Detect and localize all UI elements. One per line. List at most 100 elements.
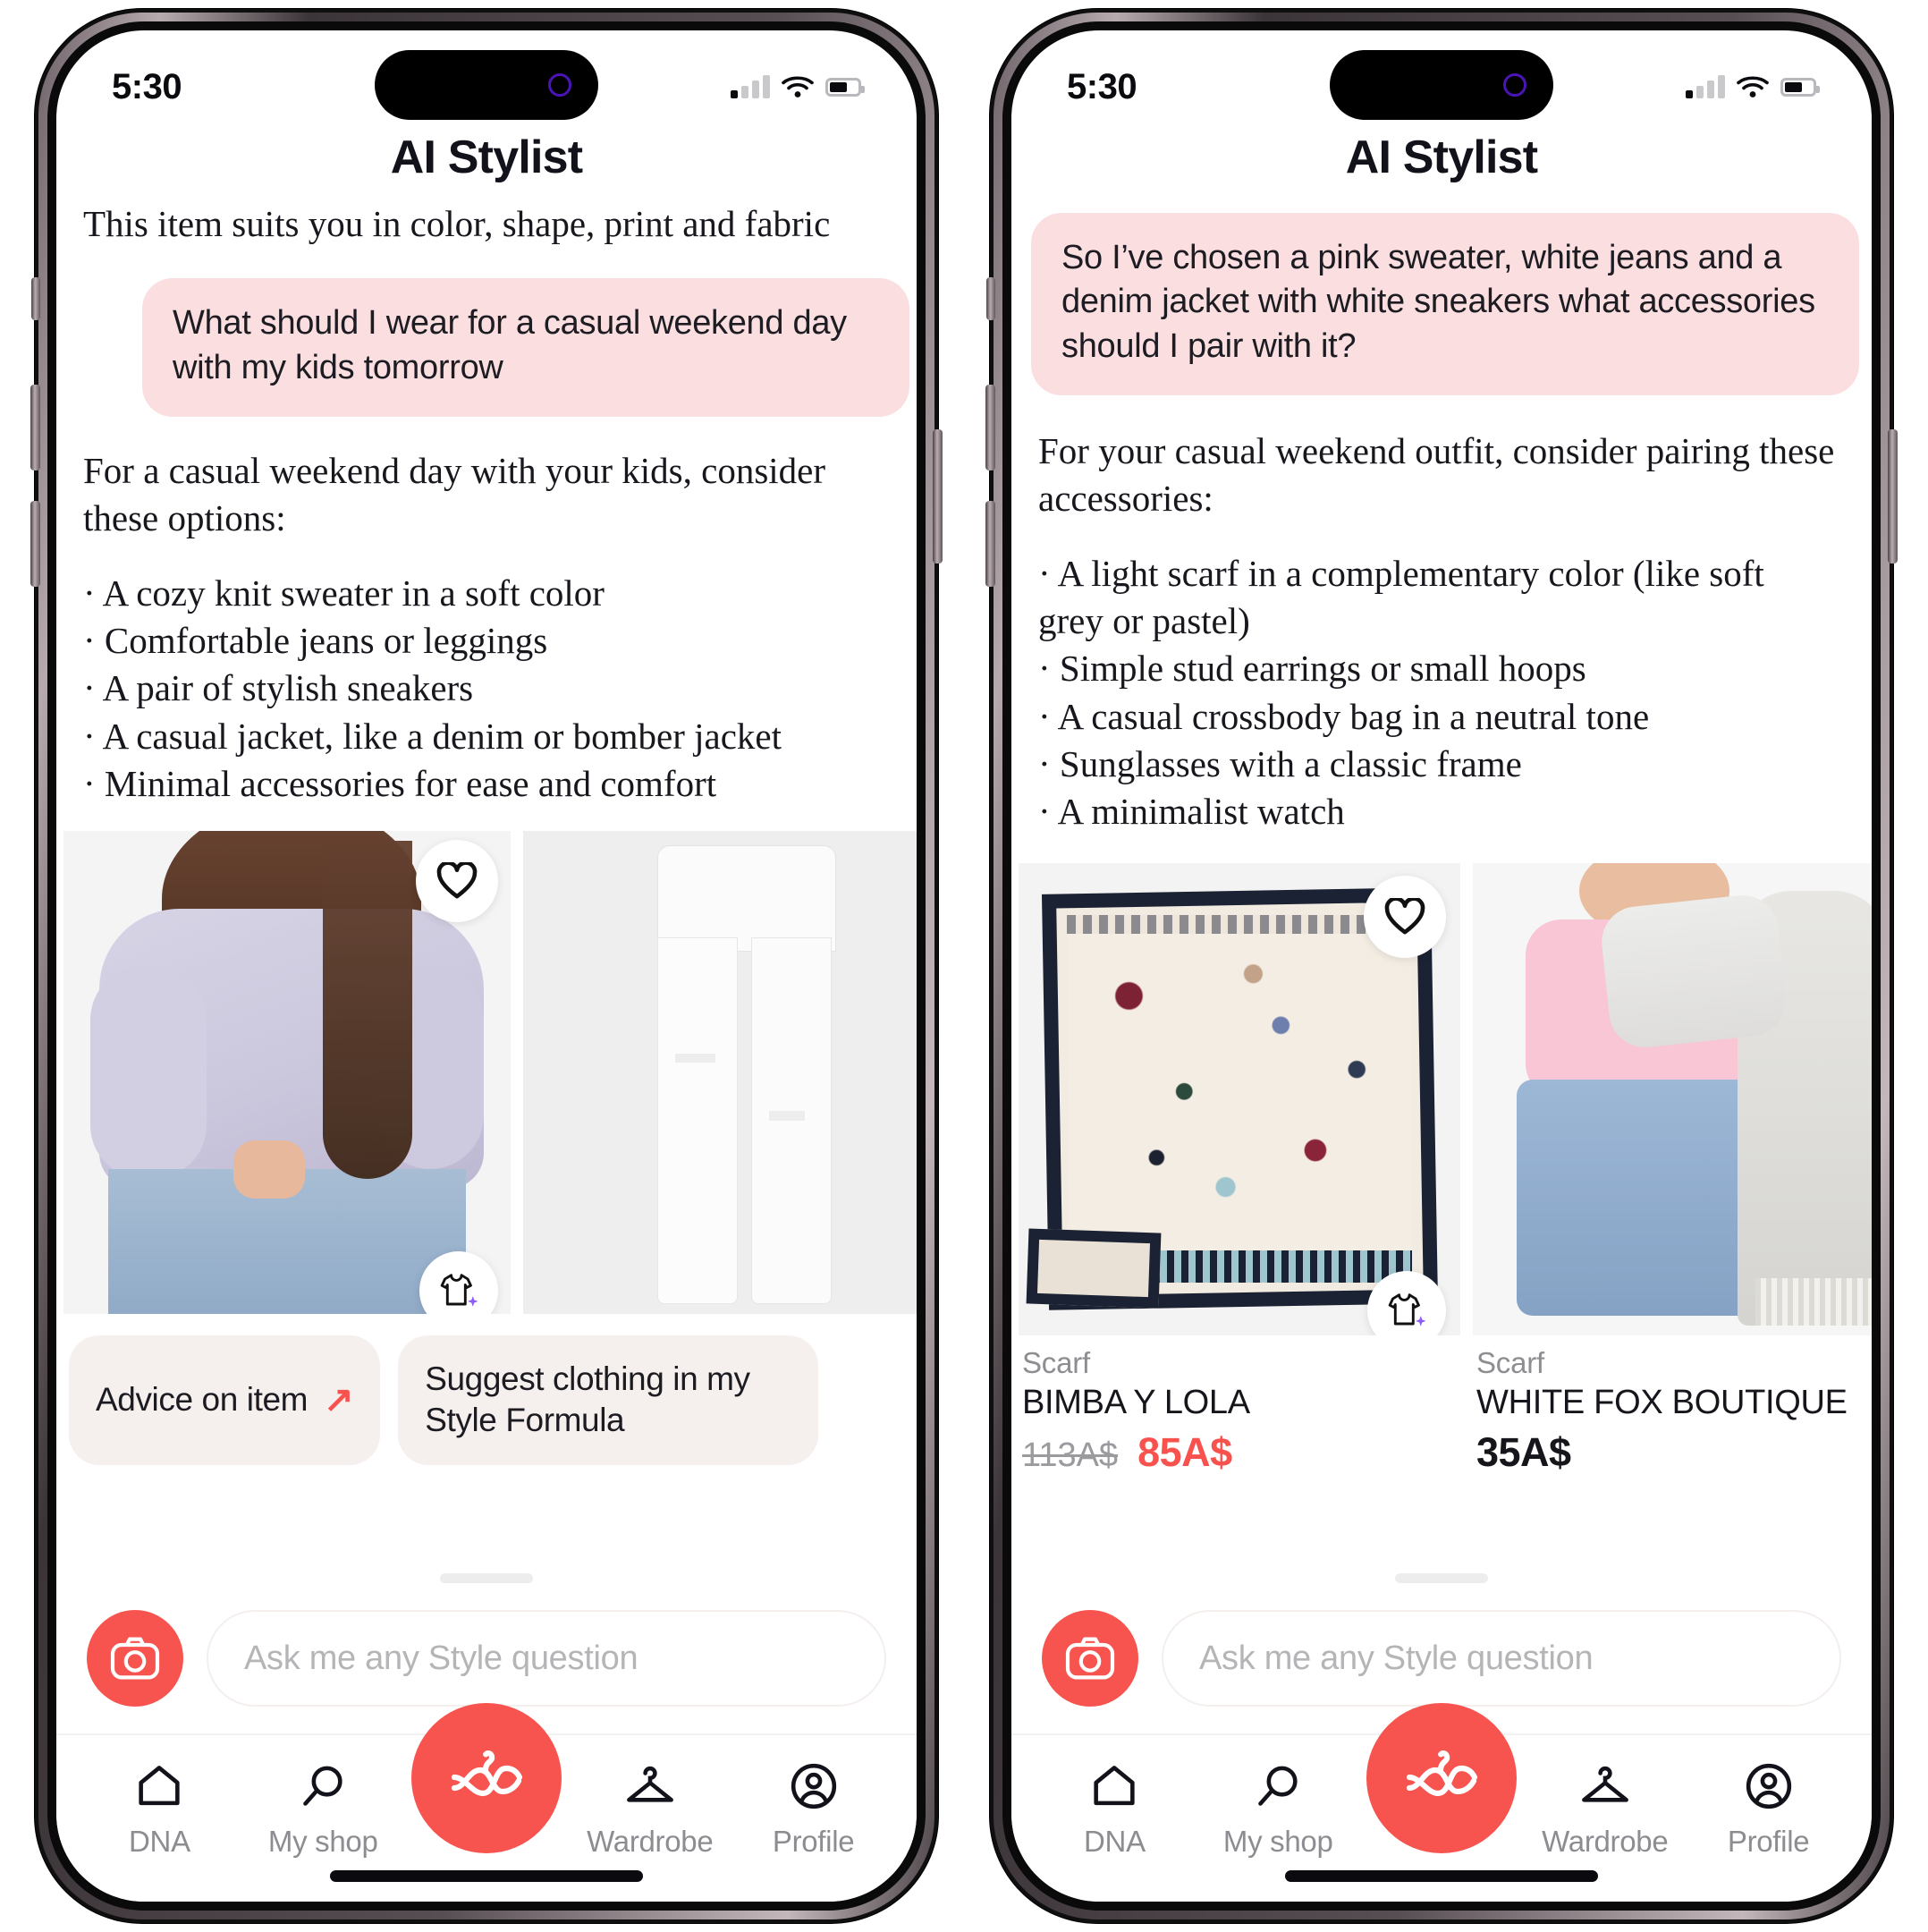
intro-note: This item suits you in color, shape, pri… — [83, 203, 831, 244]
camera-button[interactable] — [1042, 1610, 1138, 1707]
product-image[interactable] — [523, 831, 917, 1315]
product-category: Scarf — [1022, 1345, 1091, 1379]
list-item: · Simple stud earrings or small hoops — [1038, 648, 1586, 690]
tab-label: Wardrobe — [587, 1825, 714, 1858]
ai-intro-text: For a casual weekend day with your kids,… — [83, 450, 826, 539]
ai-bullet-list: · A cozy knit sweater in a soft color · … — [56, 570, 917, 808]
product-card[interactable]: Scarf WHITE FOX BOUTIQUE 35A$ — [1473, 862, 1872, 1476]
product-card[interactable] — [523, 831, 917, 1315]
product-image[interactable] — [1019, 862, 1460, 1335]
battery-icon — [1780, 77, 1820, 97]
list-item: · A light scarf in a complementary color… — [1038, 552, 1764, 594]
list-item: · A cozy knit sweater in a soft color — [83, 572, 605, 614]
page-title: AI Stylist — [1345, 131, 1538, 183]
person-circle-icon — [790, 1760, 838, 1812]
stylist-knot-icon — [451, 1750, 523, 1797]
product-image[interactable] — [63, 831, 511, 1315]
tab-my-shop[interactable]: My shop — [241, 1760, 405, 1859]
dynamic-island — [1330, 50, 1553, 120]
volume-down-button[interactable] — [30, 501, 40, 587]
list-item: · Comfortable jeans or leggings — [83, 619, 548, 661]
dynamic-island — [375, 50, 598, 120]
list-item: · A casual jacket, like a denim or bombe… — [83, 715, 782, 757]
home-indicator[interactable] — [1285, 1870, 1598, 1882]
status-indicators — [1686, 75, 1820, 98]
person-circle-icon — [1745, 1760, 1793, 1812]
user-message-bubble: What should I wear for a casual weekend … — [142, 278, 909, 418]
sheet-grabber[interactable] — [440, 1573, 533, 1583]
search-icon — [1254, 1760, 1302, 1812]
favorite-button[interactable] — [1364, 875, 1446, 958]
home-indicator[interactable] — [330, 1870, 643, 1882]
status-bar: 5:30 — [56, 30, 917, 131]
product-meta: Scarf WHITE FOX BOUTIQUE 35A$ — [1473, 1335, 1872, 1476]
list-item: · Minimal accessories for ease and comfo… — [83, 762, 717, 804]
phone-right: 5:30 AI Stylist So I’ve chosen a pink sw… — [985, 9, 1898, 1923]
stylist-knot-icon — [1406, 1750, 1478, 1797]
chip-label: Advice on item — [96, 1381, 309, 1419]
wifi-icon — [1737, 76, 1769, 97]
front-camera-icon — [1503, 73, 1526, 97]
product-card-carousel[interactable]: Scarf BIMBA Y LOLA 113A$ 85A$ Scarf WHIT… — [1011, 862, 1872, 1476]
tab-profile[interactable]: Profile — [1687, 1760, 1850, 1859]
chat-scroll-area[interactable]: This item suits you in color, shape, pri… — [56, 200, 917, 1561]
tab-my-shop[interactable]: My shop — [1197, 1760, 1360, 1859]
status-indicators — [731, 75, 865, 98]
volume-down-button[interactable] — [985, 501, 995, 587]
user-message-bubble: So I’ve chosen a pink sweater, white jea… — [1031, 213, 1859, 396]
volume-up-button[interactable] — [985, 385, 995, 470]
product-prices: 35A$ — [1476, 1429, 1872, 1476]
product-brand: BIMBA Y LOLA — [1022, 1383, 1250, 1421]
sheet-grabber[interactable] — [1395, 1573, 1488, 1583]
page-title: AI Stylist — [390, 131, 583, 183]
list-item: grey or pastel) — [1038, 600, 1250, 642]
phone-left: 5:30 AI Stylist This item suits you in c… — [30, 9, 943, 1923]
tab-label: My shop — [267, 1825, 378, 1858]
product-image[interactable] — [1473, 862, 1872, 1335]
silent-switch[interactable] — [986, 277, 995, 320]
product-brand: WHITE FOX BOUTIQUE — [1476, 1383, 1848, 1421]
tab-stylist-button[interactable] — [411, 1703, 562, 1853]
volume-up-button[interactable] — [30, 385, 40, 470]
tab-dna[interactable]: DNA — [78, 1760, 241, 1859]
tab-label: My shop — [1222, 1825, 1333, 1858]
tab-wardrobe[interactable]: Wardrobe — [568, 1760, 731, 1859]
list-item: · Sunglasses with a classic frame — [1038, 742, 1522, 784]
product-old-price: 113A$ — [1022, 1436, 1119, 1474]
tab-dna[interactable]: DNA — [1033, 1760, 1197, 1859]
ai-intro-text: For your casual weekend outfit, consider… — [1038, 430, 1835, 520]
tab-label: Wardrobe — [1542, 1825, 1669, 1858]
hanger-icon — [1579, 1760, 1631, 1812]
camera-button[interactable] — [87, 1610, 183, 1707]
battery-icon — [825, 77, 865, 97]
tab-profile[interactable]: Profile — [731, 1760, 895, 1859]
home-icon — [1090, 1760, 1138, 1812]
tab-wardrobe[interactable]: Wardrobe — [1523, 1760, 1687, 1859]
front-camera-icon — [548, 73, 571, 97]
product-meta: Scarf BIMBA Y LOLA 113A$ 85A$ — [1019, 1335, 1460, 1476]
ai-bullet-list: · A light scarf in a complementary color… — [1011, 550, 1872, 836]
arrow-up-right-icon: ↗ — [324, 1380, 354, 1420]
chat-scroll-area[interactable]: So I’ve chosen a pink sweater, white jea… — [1011, 200, 1872, 1561]
chat-input-placeholder: Ask me any Style question — [244, 1639, 638, 1677]
product-card[interactable] — [63, 831, 511, 1315]
product-card-carousel[interactable] — [56, 831, 917, 1315]
tab-stylist-button[interactable] — [1366, 1703, 1517, 1853]
chip-suggest-style-formula[interactable]: Suggest clothing in my Style Formula — [398, 1335, 819, 1465]
product-card[interactable]: Scarf BIMBA Y LOLA 113A$ 85A$ — [1019, 862, 1460, 1476]
suggestion-chip-row[interactable]: Advice on item ↗ Suggest clothing in my … — [56, 1335, 917, 1465]
chip-advice-on-item[interactable]: Advice on item ↗ — [69, 1335, 381, 1465]
power-button[interactable] — [1888, 429, 1898, 564]
heart-icon — [1384, 897, 1425, 935]
chip-label: Suggest clothing in my Style Formula — [425, 1360, 750, 1439]
power-button[interactable] — [933, 429, 943, 564]
product-sale-price: 85A$ — [1137, 1428, 1232, 1475]
silent-switch[interactable] — [31, 277, 40, 320]
chat-input[interactable]: Ask me any Style question — [207, 1610, 886, 1707]
signal-bars-icon — [731, 75, 770, 98]
hanger-icon — [624, 1760, 676, 1812]
tshirt-sparkle-icon — [440, 1274, 478, 1307]
favorite-button[interactable] — [416, 840, 498, 923]
product-category: Scarf — [1476, 1345, 1545, 1379]
chat-input[interactable]: Ask me any Style question — [1162, 1610, 1841, 1707]
